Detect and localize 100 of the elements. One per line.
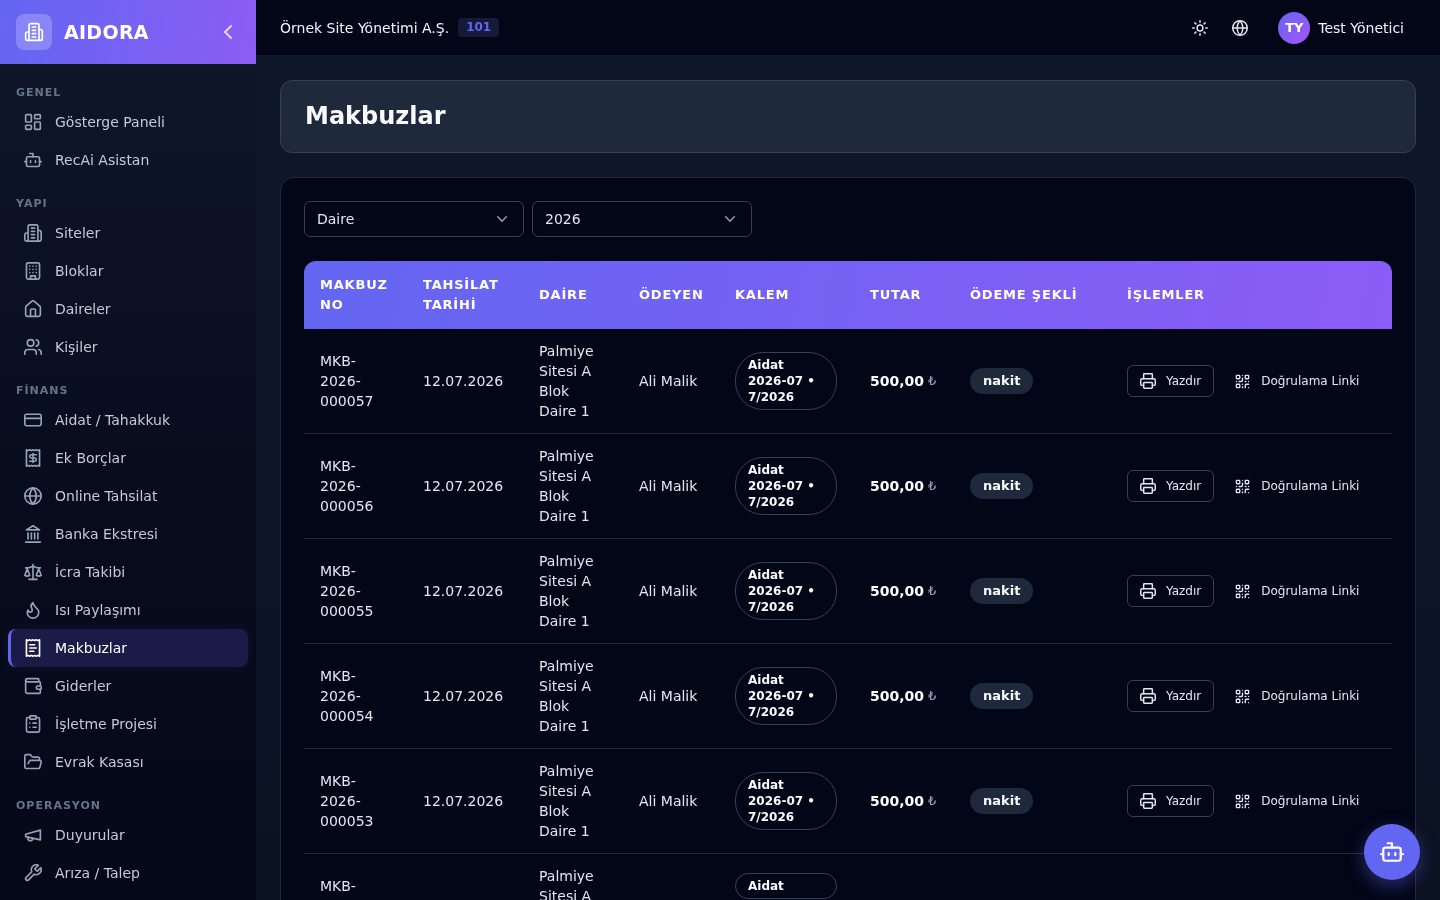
nav-item[interactable]: Siteler — [8, 214, 248, 252]
bank-icon — [24, 525, 42, 543]
collection-date: 12.07.2026 — [423, 687, 504, 706]
column-header: TUTAR — [870, 286, 922, 304]
scales-icon — [24, 563, 42, 581]
receipt-number: MKB- — [320, 877, 356, 896]
user-menu-button[interactable]: TY Test Yönetici — [1278, 11, 1404, 44]
nav-item[interactable]: İşletme Projesi — [8, 705, 248, 743]
nav-item[interactable]: Duyurular — [8, 816, 248, 854]
collapse-button[interactable] — [224, 25, 232, 39]
printer-icon — [1140, 478, 1156, 494]
print-button[interactable]: Yazdır — [1127, 785, 1215, 817]
nav-item[interactable]: Banka Ekstresi — [8, 515, 248, 553]
robot-icon — [24, 151, 42, 169]
credit-card-icon — [24, 411, 42, 429]
nav-item[interactable]: Aidat / Tahakkuk — [8, 401, 248, 439]
receipt-number: MKB-2026-000053 — [320, 772, 375, 831]
apartment-name: Palmiye Sitesi A Blok Daire 1 — [539, 552, 595, 631]
apartment-name: Palmiye Sitesi A Blok Daire 1 — [539, 762, 595, 841]
filter-select[interactable]: 2026 — [532, 201, 752, 237]
nav-item[interactable]: Makbuzlar — [8, 629, 248, 667]
payer-name: Ali Malik — [639, 792, 698, 811]
fee-item-tag: Aidat 2026-07 • 7/2026 — [735, 352, 837, 410]
payment-method-tag: nakit — [970, 368, 1034, 394]
page-title: Makbuzlar — [305, 101, 446, 132]
print-button[interactable]: Yazdır — [1127, 575, 1215, 607]
brand-name: AIDORA — [64, 21, 149, 43]
nav-item[interactable]: RecAi Asistan — [8, 141, 248, 179]
nav-item[interactable]: Daireler — [8, 290, 248, 328]
payer-name: Ali Malik — [639, 687, 698, 706]
fee-item-tag: Aidat 2026-07 • 7/2026 — [735, 772, 837, 830]
payment-method-tag: nakit — [970, 683, 1034, 709]
globe-icon — [24, 487, 42, 505]
building-logo-icon — [16, 14, 52, 50]
user-avatar: TY — [1278, 11, 1311, 44]
nav-item[interactable]: Kişiler — [8, 328, 248, 366]
wallet-icon — [24, 677, 42, 695]
dollar-receipt-icon — [24, 449, 42, 467]
receipt-icon — [24, 639, 42, 657]
fee-item-tag: Aidat 2026-07 • 7/2026 — [735, 457, 837, 515]
receipt-number: MKB-2026-000054 — [320, 667, 375, 726]
payment-method-tag: nakit — [970, 578, 1034, 604]
verification-link-button[interactable]: Doğrulama Linki — [1223, 470, 1372, 502]
payer-name: Ali Malik — [639, 477, 698, 496]
megaphone-icon — [24, 826, 42, 844]
apartment-name: Palmiye Sitesi A Blok Daire 1 — [539, 657, 595, 736]
qr-code-icon — [1235, 583, 1251, 599]
verification-link-button[interactable]: Doğrulama Linki — [1223, 365, 1372, 397]
amount-value: 500,00 — [870, 582, 925, 601]
currency-sign: ₺ — [928, 582, 937, 600]
chevron-down-icon — [725, 216, 735, 222]
receipt-number: MKB-2026-000056 — [320, 457, 375, 516]
verification-link-button[interactable]: Doğrulama Linki — [1223, 785, 1372, 817]
robot-icon — [1380, 840, 1404, 864]
column-header: İŞLEMLER — [1127, 286, 1205, 304]
printer-icon — [1140, 583, 1156, 599]
nav-item[interactable]: Isı Paylaşımı — [8, 591, 248, 629]
nav-item[interactable]: Evrak Kasası — [8, 743, 248, 781]
column-header: DAİRE — [539, 286, 588, 304]
nav-section-label: OPERASYON — [16, 799, 101, 812]
fee-item-tag: Aidat 2026-07 • 7/2026 — [735, 562, 837, 620]
verification-link-button[interactable]: Doğrulama Linki — [1223, 680, 1372, 712]
qr-code-icon — [1235, 793, 1251, 809]
nav-section-label: YAPI — [16, 197, 48, 210]
column-header: ÖDEME ŞEKLİ — [970, 286, 1078, 304]
receipt-number: MKB-2026-000055 — [320, 562, 375, 621]
receipt-number: MKB-2026-000057 — [320, 352, 375, 411]
nav-item[interactable]: İcra Takibi — [8, 553, 248, 591]
currency-sign: ₺ — [928, 477, 937, 495]
office-building-icon — [24, 262, 42, 280]
nav-item[interactable]: Ek Borçlar — [8, 439, 248, 477]
grid-icon — [24, 113, 42, 131]
print-button[interactable]: Yazdır — [1127, 365, 1215, 397]
folder-icon — [24, 753, 42, 771]
column-header: MAKBUZ NO — [320, 276, 389, 314]
chevron-left-icon — [224, 25, 232, 39]
nav-item[interactable]: Bloklar — [8, 252, 248, 290]
verification-link-button[interactable]: Doğrulama Linki — [1223, 575, 1372, 607]
amount-value: 500,00 — [870, 477, 925, 496]
nav-item[interactable]: Arıza / Talep — [8, 854, 248, 892]
apartment-name: Palmiye Sitesi A Blok Daire 1 — [539, 447, 595, 526]
nav-item[interactable]: Online Tahsilat — [8, 477, 248, 515]
amount-value: 500,00 — [870, 792, 925, 811]
printer-icon — [1140, 688, 1156, 704]
qr-code-icon — [1235, 373, 1251, 389]
sun-icon — [1192, 19, 1209, 36]
nav-item[interactable]: Gösterge Paneli — [8, 103, 248, 141]
fee-item-tag: Aidat 2026-07 • 7/2026 — [735, 667, 837, 725]
printer-icon — [1140, 793, 1156, 809]
theme-toggle-button[interactable] — [1192, 19, 1209, 36]
people-icon — [24, 338, 42, 356]
print-button[interactable]: Yazdır — [1127, 470, 1215, 502]
nav-item[interactable]: Giderler — [8, 667, 248, 705]
filter-select[interactable]: Daire — [304, 201, 524, 237]
printer-icon — [1140, 373, 1156, 389]
language-button[interactable] — [1232, 19, 1249, 36]
print-button[interactable]: Yazdır — [1127, 680, 1215, 712]
collection-date: 12.07.2026 — [423, 582, 504, 601]
house-icon — [24, 300, 42, 318]
qr-code-icon — [1235, 478, 1251, 494]
